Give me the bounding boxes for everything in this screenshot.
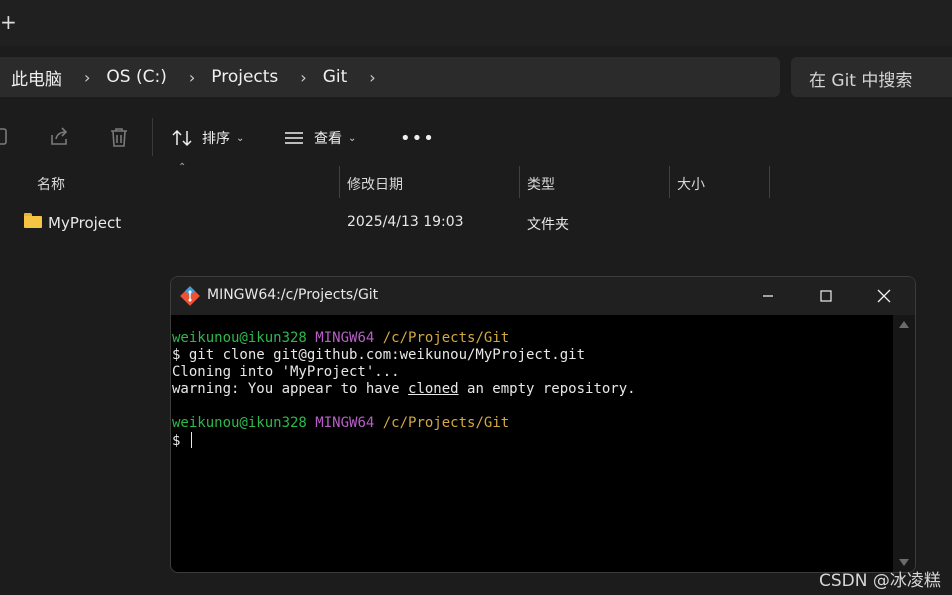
prompt-env: MINGW64 (315, 330, 375, 346)
prompt-line: weikunou@ikun328 MINGW64 /c/Projects/Git (171, 415, 893, 432)
new-tab-button[interactable]: + (0, 12, 17, 32)
file-type: 文件夹 (527, 217, 569, 233)
more-options-icon[interactable]: ••• (400, 128, 435, 149)
minimize-icon (763, 295, 773, 297)
column-header-size[interactable]: 大小 (677, 174, 705, 194)
terminal-title: MINGW64:/c/Projects/Git (207, 287, 379, 303)
prompt-path: /c/Projects/Git (382, 330, 510, 346)
breadcrumb-chevron-icon[interactable]: › (369, 68, 375, 87)
warning-text: warning: You appear to have (172, 381, 409, 397)
git-logo-icon (180, 286, 200, 306)
close-icon (877, 289, 891, 303)
close-button[interactable] (855, 277, 913, 315)
sort-button[interactable]: 排序 ⌄ (171, 126, 244, 150)
file-name: MyProject (48, 214, 122, 232)
file-row[interactable]: MyProject 2025/4/13 19:03 文件夹 (0, 206, 952, 238)
column-divider[interactable] (769, 166, 770, 198)
text-cursor (190, 432, 192, 448)
column-divider[interactable] (339, 166, 340, 198)
output-line: Cloning into 'MyProject'... (172, 364, 400, 380)
column-divider[interactable] (669, 166, 670, 198)
input-line[interactable]: $ (171, 432, 893, 449)
terminal-scrollbar[interactable] (893, 315, 915, 572)
terminal-output[interactable]: weikunou@ikun328 MINGW64 /c/Projects/Git… (171, 315, 893, 572)
terminal-titlebar[interactable]: MINGW64:/c/Projects/Git (171, 277, 915, 315)
search-input[interactable]: 在 Git 中搜索 (791, 57, 952, 97)
file-date: 2025/4/13 19:03 (347, 214, 464, 230)
view-label: 查看 (314, 131, 342, 147)
chevron-down-icon: ⌄ (348, 132, 357, 144)
column-header-type[interactable]: 类型 (527, 174, 555, 194)
delete-icon[interactable] (108, 126, 130, 148)
command-bar (0, 108, 952, 166)
breadcrumb-chevron-icon[interactable]: › (84, 68, 90, 87)
share-icon[interactable] (48, 126, 70, 148)
tab-strip: + (0, 0, 952, 46)
maximize-icon (820, 290, 832, 302)
prompt-user: weikunou@ikun328 (172, 330, 307, 346)
chevron-down-icon: ⌄ (236, 132, 245, 144)
minimize-button[interactable] (739, 277, 797, 315)
scroll-up-icon[interactable] (899, 321, 909, 328)
search-placeholder: 在 Git 中搜索 (809, 71, 913, 91)
address-bar[interactable]: 此电脑 › OS (C:) › Projects › Git › (0, 57, 780, 97)
breadcrumb-git[interactable]: Git (323, 67, 348, 87)
prompt-line: weikunou@ikun328 MINGW64 /c/Projects/Git (171, 330, 893, 347)
prompt-env: MINGW64 (315, 415, 375, 431)
warning-line: warning: You appear to have cloned an em… (171, 381, 893, 398)
watermark: CSDN @冰凌糕 (819, 571, 941, 591)
terminal-window[interactable]: MINGW64:/c/Projects/Git weikunou@ikun328… (170, 276, 916, 573)
warning-underlined: cloned (408, 381, 459, 397)
pane-icon[interactable] (0, 126, 10, 148)
toolbar-divider (152, 118, 153, 156)
command-line: $ git clone git@github.com:weikunou/MyPr… (172, 347, 586, 363)
screen: + 此电脑 › OS (C:) › Projects › Git › 在 Git… (0, 0, 952, 595)
breadcrumb-chevron-icon[interactable]: › (300, 68, 306, 87)
column-divider[interactable] (519, 166, 520, 198)
scroll-down-icon[interactable] (899, 559, 909, 566)
breadcrumb-projects[interactable]: Projects (211, 67, 278, 87)
maximize-button[interactable] (797, 277, 855, 315)
column-header-row: 名称 修改日期 类型 大小 (0, 166, 952, 198)
prompt-symbol: $ (172, 433, 189, 449)
view-list-icon (285, 132, 303, 144)
folder-icon (24, 213, 42, 228)
prompt-user: weikunou@ikun328 (172, 415, 307, 431)
breadcrumb-os-c[interactable]: OS (C:) (106, 67, 166, 87)
breadcrumb-this-pc[interactable]: 此电脑 (11, 65, 62, 90)
prompt-path: /c/Projects/Git (382, 415, 510, 431)
breadcrumb-chevron-icon[interactable]: › (189, 68, 195, 87)
column-header-date[interactable]: 修改日期 (347, 174, 403, 194)
view-button[interactable]: 查看 ⌄ (284, 126, 356, 150)
column-header-name[interactable]: 名称 (37, 174, 65, 194)
sort-label: 排序 (202, 131, 230, 147)
warning-text-end: an empty repository. (458, 381, 636, 397)
sort-icon (172, 129, 192, 147)
